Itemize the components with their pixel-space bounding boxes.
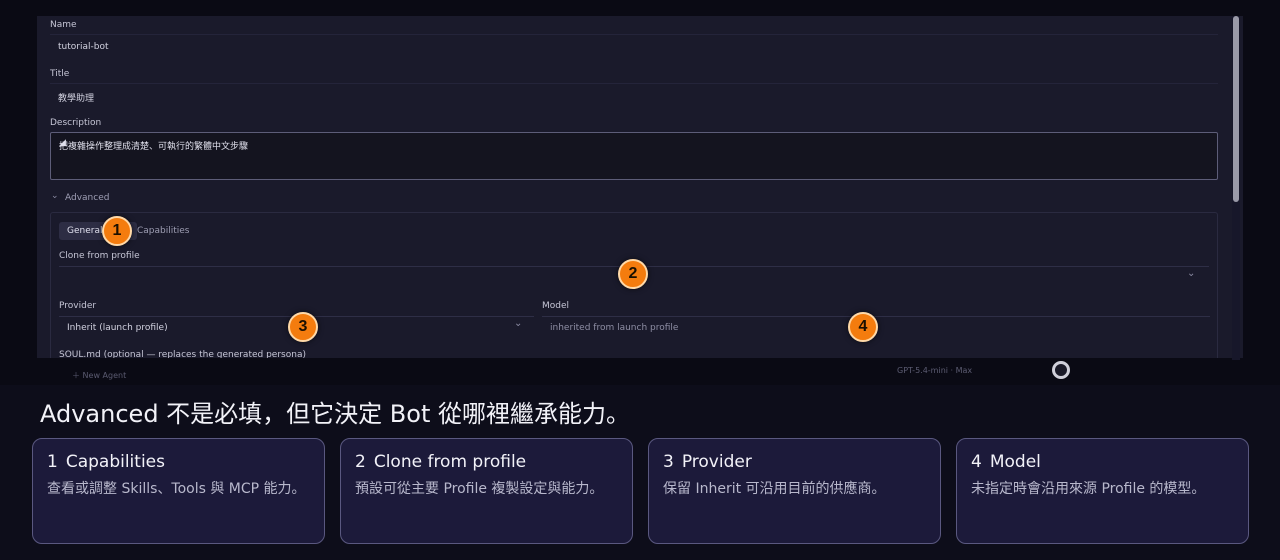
title-label: Title bbox=[50, 69, 70, 79]
provider-label: Provider bbox=[59, 301, 97, 311]
soul-md-label: SOUL.md (optional — replaces the generat… bbox=[59, 350, 306, 358]
tab-capabilities[interactable]: Capabilities bbox=[137, 226, 190, 236]
card-title: 2 Clone from profile bbox=[355, 452, 618, 472]
provider-select[interactable]: Inherit (launch profile) bbox=[67, 323, 168, 333]
model-input-border bbox=[542, 316, 1210, 317]
description-label: Description bbox=[50, 118, 102, 128]
chevron-down-icon[interactable]: ⌄ bbox=[1187, 268, 1195, 279]
scrollbar-thumb[interactable] bbox=[1233, 16, 1239, 202]
screenshot: Name tutorial-bot Title 教學助理 Description… bbox=[0, 0, 1280, 385]
card-body: 預設可從主要 Profile 複製設定與能力。 bbox=[355, 481, 604, 497]
card-number: 1 bbox=[47, 452, 58, 472]
info-card-clone-from-profile: 2 Clone from profile 預設可從主要 Profile 複製設定與… bbox=[340, 438, 633, 544]
status-text: GPT-5.4-mini · Max bbox=[897, 366, 973, 375]
card-title-text: Model bbox=[989, 452, 1041, 472]
record-icon[interactable] bbox=[1052, 361, 1070, 379]
card-title: 4 Model bbox=[971, 452, 1234, 472]
create-bot-dialog: Name tutorial-bot Title 教學助理 Description… bbox=[37, 16, 1243, 358]
info-card-provider: 3 Provider 保留 Inherit 可沿用目前的供應商。 bbox=[648, 438, 941, 544]
new-agent-button[interactable]: ＋ New Agent bbox=[72, 370, 126, 381]
caption-heading: Advanced 不是必填，但它決定 Bot 從哪裡繼承能力。 bbox=[40, 400, 630, 428]
card-body: 查看或調整 Skills、Tools 與 MCP 能力。 bbox=[47, 481, 306, 497]
marker-3: 3 bbox=[288, 312, 318, 342]
card-number: 3 bbox=[663, 452, 674, 472]
advanced-toggle[interactable]: Advanced bbox=[65, 193, 109, 203]
card-body: 未指定時會沿用來源 Profile 的模型。 bbox=[971, 481, 1206, 497]
divider bbox=[50, 83, 1218, 84]
card-title: 3 Provider bbox=[663, 452, 926, 472]
model-label: Model bbox=[542, 301, 570, 311]
chevron-down-icon[interactable]: ⌄ bbox=[51, 191, 59, 201]
title-input[interactable]: 教學助理 bbox=[58, 91, 94, 104]
info-card-capabilities: 1 Capabilities 查看或調整 Skills、Tools 與 MCP 能… bbox=[32, 438, 325, 544]
info-card-model: 4 Model 未指定時會沿用來源 Profile 的模型。 bbox=[956, 438, 1249, 544]
resize-handle-icon[interactable]: ◢ bbox=[59, 139, 1215, 177]
name-label: Name bbox=[50, 20, 77, 30]
new-agent-label: New Agent bbox=[82, 371, 127, 380]
marker-2: 2 bbox=[618, 259, 648, 289]
divider bbox=[50, 34, 1218, 35]
card-title-text: Provider bbox=[681, 452, 752, 472]
description-textarea[interactable]: 把複雜操作整理成清楚、可執行的繁體中文步驟 ◢ bbox=[50, 132, 1218, 180]
card-title: 1 Capabilities bbox=[47, 452, 310, 472]
name-input[interactable]: tutorial-bot bbox=[58, 42, 108, 52]
model-input[interactable]: inherited from launch profile bbox=[550, 323, 678, 333]
card-body: 保留 Inherit 可沿用目前的供應商。 bbox=[663, 481, 886, 497]
card-title-text: Clone from profile bbox=[373, 452, 527, 472]
card-title-text: Capabilities bbox=[65, 452, 165, 472]
card-number: 4 bbox=[971, 452, 982, 472]
card-number: 2 bbox=[355, 452, 366, 472]
chevron-down-icon[interactable]: ⌄ bbox=[514, 318, 522, 329]
marker-1: 1 bbox=[102, 216, 132, 246]
marker-4: 4 bbox=[848, 312, 878, 342]
clone-from-profile-label: Clone from profile bbox=[59, 251, 140, 261]
